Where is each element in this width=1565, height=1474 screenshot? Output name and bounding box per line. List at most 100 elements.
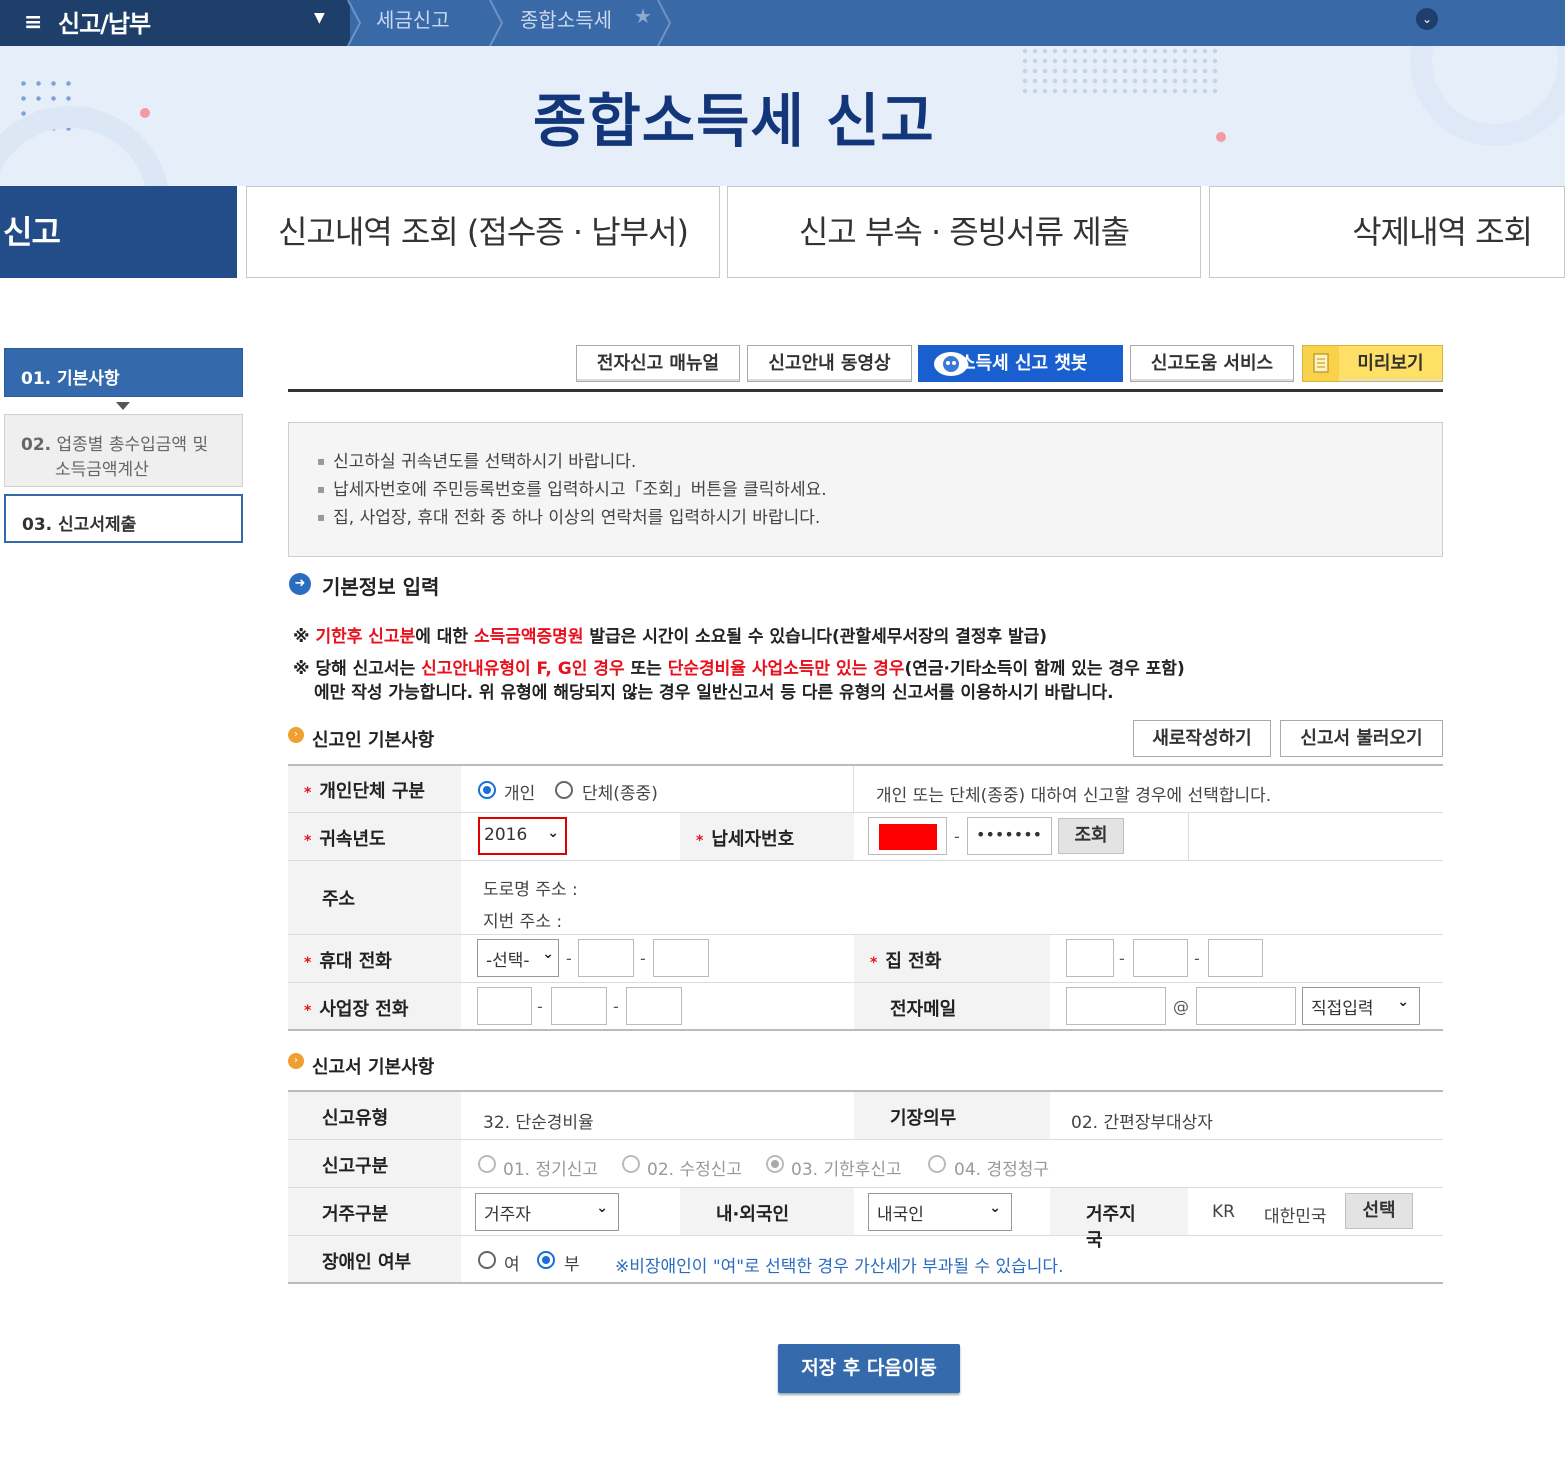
step-label: 업종별 총수입금액 및 <box>56 435 209 455</box>
e-filing-manual-button[interactable]: 전자신고 매뉴얼 <box>576 345 740 382</box>
radio-disabled-no-label: 부 <box>564 1255 580 1275</box>
email-domain-input[interactable] <box>1196 987 1296 1025</box>
label-text: 집 전화 <box>885 951 942 972</box>
radio-group[interactable] <box>555 781 573 799</box>
label-text: 사업장 전화 <box>319 999 409 1020</box>
home-middle-input[interactable] <box>1133 939 1188 977</box>
residency-label: 거주구분 <box>288 1188 461 1235</box>
required-icon: * <box>304 955 312 971</box>
biz-last-input[interactable] <box>626 987 682 1025</box>
label-text: 휴대 전화 <box>319 951 392 972</box>
step-label: 기본사항 <box>57 369 120 389</box>
page-hero: 종합소득세 신고 <box>0 46 1565 186</box>
toolbar-divider <box>288 389 1443 392</box>
step-basic-info[interactable]: 01. 기본사항 <box>4 348 243 397</box>
chatbot-button[interactable]: 소득세 신고 챗봇 <box>918 345 1123 382</box>
step-submit[interactable]: 03. 신고서제출 <box>4 494 243 543</box>
tab-filing-history[interactable]: 신고내역 조회 (접수증 · 납부서) <box>246 186 720 278</box>
mobile-prefix-select[interactable]: -선택- ⌄ <box>477 939 559 977</box>
biz-middle-input[interactable] <box>551 987 607 1025</box>
year-label: * 귀속년도 <box>288 813 461 860</box>
filing-help-button[interactable]: 신고도움 서비스 <box>1130 345 1294 382</box>
section-title-basic-info: 기본정보 입력 <box>322 575 440 599</box>
reference-mark: ※ <box>293 659 310 679</box>
row-residency: 거주구분 거주자 ⌄ 내·외국인 내국인 ⌄ 거주지국 KR 대한민국 선택 <box>288 1188 1443 1251</box>
row-biz-email: * 사업장 전화 - - 전자메일 @ 직접입력 ⌄ <box>288 983 1443 1031</box>
preview-button[interactable]: 미리보기 <box>1302 345 1443 382</box>
biz-area-input[interactable] <box>477 987 532 1025</box>
email-id-input[interactable] <box>1066 987 1166 1025</box>
chatbot-label: 소득세 신고 챗봇 <box>959 353 1088 374</box>
radio-late-label: 03. 기한후신고 <box>791 1160 902 1180</box>
at-sign: @ <box>1173 997 1189 1016</box>
residency-select[interactable]: 거주자 ⌄ <box>475 1193 619 1231</box>
new-form-button[interactable]: 새로작성하기 <box>1133 720 1271 757</box>
radio-amended-label: 02. 수정신고 <box>647 1160 742 1180</box>
load-form-button[interactable]: 신고서 불러오기 <box>1280 720 1443 757</box>
report-type-value: 32. 단순경비율 <box>483 1113 594 1133</box>
required-icon: * <box>870 955 878 971</box>
disability-label: 장애인 여부 <box>288 1236 461 1282</box>
step-income-calc[interactable]: 02. 업종별 총수입금액 및 소득금액계산 <box>4 414 243 487</box>
tab-label: 신고 부속 · 증빙서류 제출 <box>798 213 1130 251</box>
cell-divider <box>853 766 854 812</box>
save-next-button[interactable]: 저장 후 다음이동 <box>778 1344 960 1393</box>
country-code: KR <box>1212 1202 1235 1222</box>
row-address: 주소 도로명 주소 : 지번 주소 : <box>288 861 1443 935</box>
dash: - <box>613 997 619 1016</box>
breadcrumb-tax-filing[interactable]: 세금신고 <box>376 4 450 33</box>
book-duty-value: 02. 간편장부대상자 <box>1071 1113 1213 1133</box>
breadcrumb-income-tax[interactable]: 종합소득세 <box>520 4 612 33</box>
email-domain-select[interactable]: 직접입력 ⌄ <box>1302 987 1420 1025</box>
warning-text: 당해 신고서는 <box>315 659 416 679</box>
dash: - <box>537 997 543 1016</box>
home-last-input[interactable] <box>1208 939 1263 977</box>
mobile-last-input[interactable] <box>653 939 709 977</box>
chevron-down-icon: ⌄ <box>542 946 554 962</box>
tab-label: 신고내역 조회 (접수증 · 납부서) <box>277 213 689 251</box>
favorite-star-icon[interactable]: ★ <box>634 4 652 28</box>
radio-correction <box>928 1155 946 1173</box>
radio-individual[interactable] <box>478 781 496 799</box>
lookup-button[interactable]: 조회 <box>1058 818 1124 854</box>
notice-box: 신고하실 귀속년도를 선택하시기 바랍니다. 납세자번호에 주민등록번호를 입력… <box>288 422 1443 557</box>
home-phone-label: * 집 전화 <box>854 935 1050 982</box>
warning-highlight: 소득금액증명원 <box>473 627 584 647</box>
document-icon <box>1303 346 1339 381</box>
mobile-label: * 휴대 전화 <box>288 935 461 982</box>
taxno-second-input[interactable]: ••••••• <box>967 817 1052 855</box>
radio-disabled-no[interactable] <box>537 1251 555 1269</box>
chevron-down-icon: ⌄ <box>989 1200 1001 1216</box>
step-number: 01. <box>21 369 52 389</box>
guide-video-button[interactable]: 신고안내 동영상 <box>747 345 912 382</box>
menu-title: 신고/납부 <box>58 10 151 38</box>
tab-attachment-submit[interactable]: 신고 부속 · 증빙서류 제출 <box>727 186 1201 278</box>
hamburger-icon: ≡ <box>24 10 43 35</box>
redaction-block <box>879 824 937 850</box>
caret-down-icon: ▼ <box>314 10 325 26</box>
chevron-down-icon: ⌄ <box>596 1200 608 1216</box>
step-number: 02. <box>21 435 52 455</box>
collapse-chevron-icon[interactable]: ⌄ <box>1416 8 1438 30</box>
row-entity-type: * 개인단체 구분 개인 단체(종중) 개인 또는 단체(종중) 대하여 신고할 … <box>288 766 1443 813</box>
tab-label: 삭제내역 조회 <box>1352 213 1533 251</box>
warning-line-2: ※ 당해 신고서는 신고안내유형이 F, G인 경우 또는 단순경비율 사업소득… <box>293 657 1185 681</box>
radio-group-label: 단체(종중) <box>582 784 658 804</box>
required-icon: * <box>696 833 704 849</box>
required-icon: * <box>304 833 312 849</box>
required-icon: * <box>304 1003 312 1019</box>
nationality-label: 내·외국인 <box>680 1188 854 1235</box>
step-label: 소득금액계산 <box>55 460 149 480</box>
year-select[interactable]: 2016 ⌄ <box>478 817 567 855</box>
tab-deleted-history[interactable]: 삭제내역 조회 <box>1209 186 1565 278</box>
radio-disabled-yes[interactable] <box>478 1251 496 1269</box>
country-select-button[interactable]: 선택 <box>1345 1193 1413 1229</box>
main-menu-button[interactable]: ≡ 신고/납부 ▼ <box>0 0 350 46</box>
taxno-first-input[interactable] <box>868 817 947 855</box>
tab-filing[interactable]: 신고 <box>0 186 237 278</box>
nationality-select[interactable]: 내국인 ⌄ <box>868 1193 1012 1231</box>
mobile-middle-input[interactable] <box>578 939 634 977</box>
warning-text: (연금·기타소득이 함께 있는 경우 포함) <box>904 659 1185 679</box>
home-area-input[interactable] <box>1066 939 1114 977</box>
radio-late <box>766 1155 784 1173</box>
